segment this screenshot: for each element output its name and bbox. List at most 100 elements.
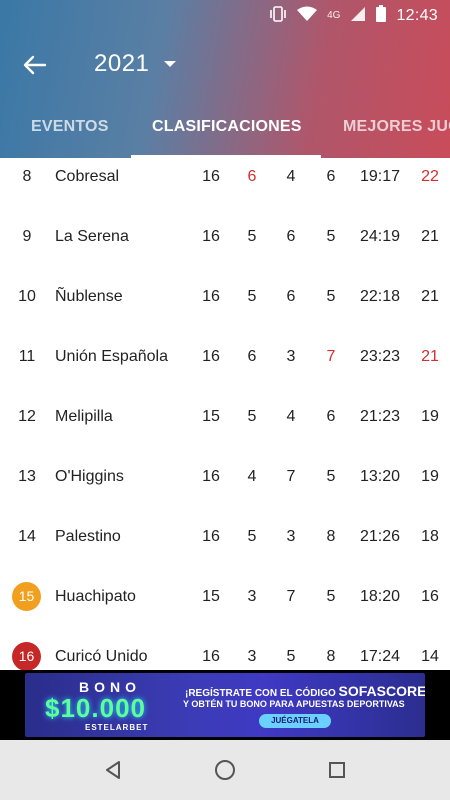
goals: 19:17 bbox=[359, 168, 401, 185]
losses: 5 bbox=[326, 588, 336, 605]
losses: 5 bbox=[326, 468, 336, 485]
points: 21 bbox=[421, 228, 439, 245]
goals: 21:26 bbox=[359, 528, 401, 545]
table-row[interactable]: 14 Palestino 16 5 3 8 21:26 18 bbox=[0, 507, 450, 567]
table-row[interactable]: 9 La Serena 16 5 6 5 24:19 21 bbox=[0, 207, 450, 267]
goals: 13:20 bbox=[359, 468, 401, 485]
ad-banner[interactable]: BONO $10.000 ESTELARBET ¡REGÍSTRATE CON … bbox=[25, 673, 425, 737]
team-name: O'Higgins bbox=[55, 468, 124, 485]
points: 14 bbox=[421, 648, 439, 665]
table-row[interactable]: 8 Cobresal 16 6 4 6 19:17 22 bbox=[0, 158, 450, 207]
wins: 3 bbox=[247, 588, 257, 605]
season-label: 2021 bbox=[94, 50, 150, 77]
draws: 3 bbox=[286, 528, 296, 545]
points: 18 bbox=[421, 528, 439, 545]
draws: 6 bbox=[286, 288, 296, 305]
wins: 5 bbox=[247, 408, 257, 425]
played: 16 bbox=[202, 648, 220, 665]
losses: 5 bbox=[326, 228, 336, 245]
played: 16 bbox=[202, 228, 220, 245]
points: 19 bbox=[421, 408, 439, 425]
team-name: Curicó Unido bbox=[55, 648, 148, 665]
table-row[interactable]: 13 O'Higgins 16 4 7 5 13:20 19 bbox=[0, 447, 450, 507]
battery-icon bbox=[376, 5, 387, 26]
losses: 6 bbox=[326, 168, 336, 185]
points: 19 bbox=[421, 468, 439, 485]
wins: 5 bbox=[247, 288, 257, 305]
tab-mejores-jugadores[interactable]: MEJORES JUG bbox=[343, 118, 450, 136]
goals: 17:24 bbox=[359, 648, 401, 665]
table-row[interactable]: 10 Ñublense 16 5 6 5 22:18 21 bbox=[0, 267, 450, 327]
played: 15 bbox=[202, 588, 220, 605]
season-dropdown[interactable]: 2021 bbox=[94, 50, 177, 78]
ad-cta-button[interactable]: JUÉGATELA bbox=[259, 714, 331, 728]
played: 15 bbox=[202, 408, 220, 425]
ad-amount: $10.000 bbox=[45, 693, 146, 723]
played: 16 bbox=[202, 528, 220, 545]
status-bar: 4G 12:43 bbox=[0, 0, 450, 30]
position: 8 bbox=[22, 168, 32, 185]
goals: 23:23 bbox=[359, 348, 401, 365]
points: 21 bbox=[421, 288, 439, 305]
draws: 3 bbox=[286, 348, 296, 365]
position: 14 bbox=[18, 528, 36, 545]
ad-subline: Y OBTÉN TU BONO PARA APUESTAS DEPORTIVAS bbox=[183, 699, 405, 709]
signal-icon bbox=[350, 6, 366, 26]
position: 9 bbox=[22, 228, 32, 245]
wins: 6 bbox=[247, 168, 257, 185]
points: 22 bbox=[421, 168, 439, 185]
draws: 7 bbox=[286, 468, 296, 485]
nav-home-button[interactable] bbox=[210, 755, 240, 785]
team-name: Melipilla bbox=[55, 408, 113, 425]
dropdown-caret-icon bbox=[164, 61, 177, 67]
tab-eventos[interactable]: EVENTOS bbox=[31, 118, 109, 136]
wins: 5 bbox=[247, 228, 257, 245]
table-row[interactable]: 15 Huachipato 15 3 7 5 18:20 16 bbox=[0, 567, 450, 627]
back-button[interactable] bbox=[18, 50, 52, 80]
tab-clasificaciones[interactable]: CLASIFICACIONES bbox=[152, 118, 302, 136]
draws: 4 bbox=[286, 168, 296, 185]
ad-container: BONO $10.000 ESTELARBET ¡REGÍSTRATE CON … bbox=[0, 670, 450, 740]
goals: 21:23 bbox=[359, 408, 401, 425]
losses: 8 bbox=[326, 648, 336, 665]
losses: 6 bbox=[326, 408, 336, 425]
draws: 4 bbox=[286, 408, 296, 425]
position-badge: 16 bbox=[12, 642, 41, 670]
draws: 7 bbox=[286, 588, 296, 605]
nav-recents-button[interactable] bbox=[322, 755, 352, 785]
team-name: Ñublense bbox=[55, 288, 123, 305]
circle-home-icon bbox=[215, 760, 235, 780]
losses: 8 bbox=[326, 528, 336, 545]
table-row[interactable]: 16 Curicó Unido 16 3 5 8 17:24 14 bbox=[0, 627, 450, 670]
draws: 6 bbox=[286, 228, 296, 245]
played: 16 bbox=[202, 168, 220, 185]
played: 16 bbox=[202, 288, 220, 305]
losses: 7 bbox=[326, 348, 336, 365]
ad-headline-text: ¡REGÍSTRATE CON EL CÓDIGO bbox=[185, 688, 336, 699]
table-row[interactable]: 11 Unión Española 16 6 3 7 23:23 21 bbox=[0, 327, 450, 387]
table-row[interactable]: 12 Melipilla 15 5 4 6 21:23 19 bbox=[0, 387, 450, 447]
team-name: La Serena bbox=[55, 228, 129, 245]
team-name: Huachipato bbox=[55, 588, 136, 605]
draws: 5 bbox=[286, 648, 296, 665]
losses: 5 bbox=[326, 288, 336, 305]
goals: 22:18 bbox=[359, 288, 401, 305]
wins: 4 bbox=[247, 468, 257, 485]
points: 16 bbox=[421, 588, 439, 605]
status-time: 12:43 bbox=[396, 6, 438, 24]
nav-back-button[interactable] bbox=[98, 755, 128, 785]
triangle-back-icon bbox=[106, 761, 120, 779]
wifi-icon bbox=[297, 6, 318, 26]
app-header: 4G 12:43 2021 EVENTOS CLASIFICACIONES ME… bbox=[0, 0, 450, 158]
network-type: 4G bbox=[327, 10, 341, 21]
played: 16 bbox=[202, 348, 220, 365]
position: 13 bbox=[18, 468, 36, 485]
played: 16 bbox=[202, 468, 220, 485]
position: 10 bbox=[18, 288, 36, 305]
wins: 5 bbox=[247, 528, 257, 545]
square-recents-icon bbox=[329, 762, 345, 778]
standings-table: 8 Cobresal 16 6 4 6 19:17 22 9 La Serena… bbox=[0, 158, 450, 670]
team-name: Palestino bbox=[55, 528, 121, 545]
wins: 6 bbox=[247, 348, 257, 365]
position: 12 bbox=[18, 408, 36, 425]
